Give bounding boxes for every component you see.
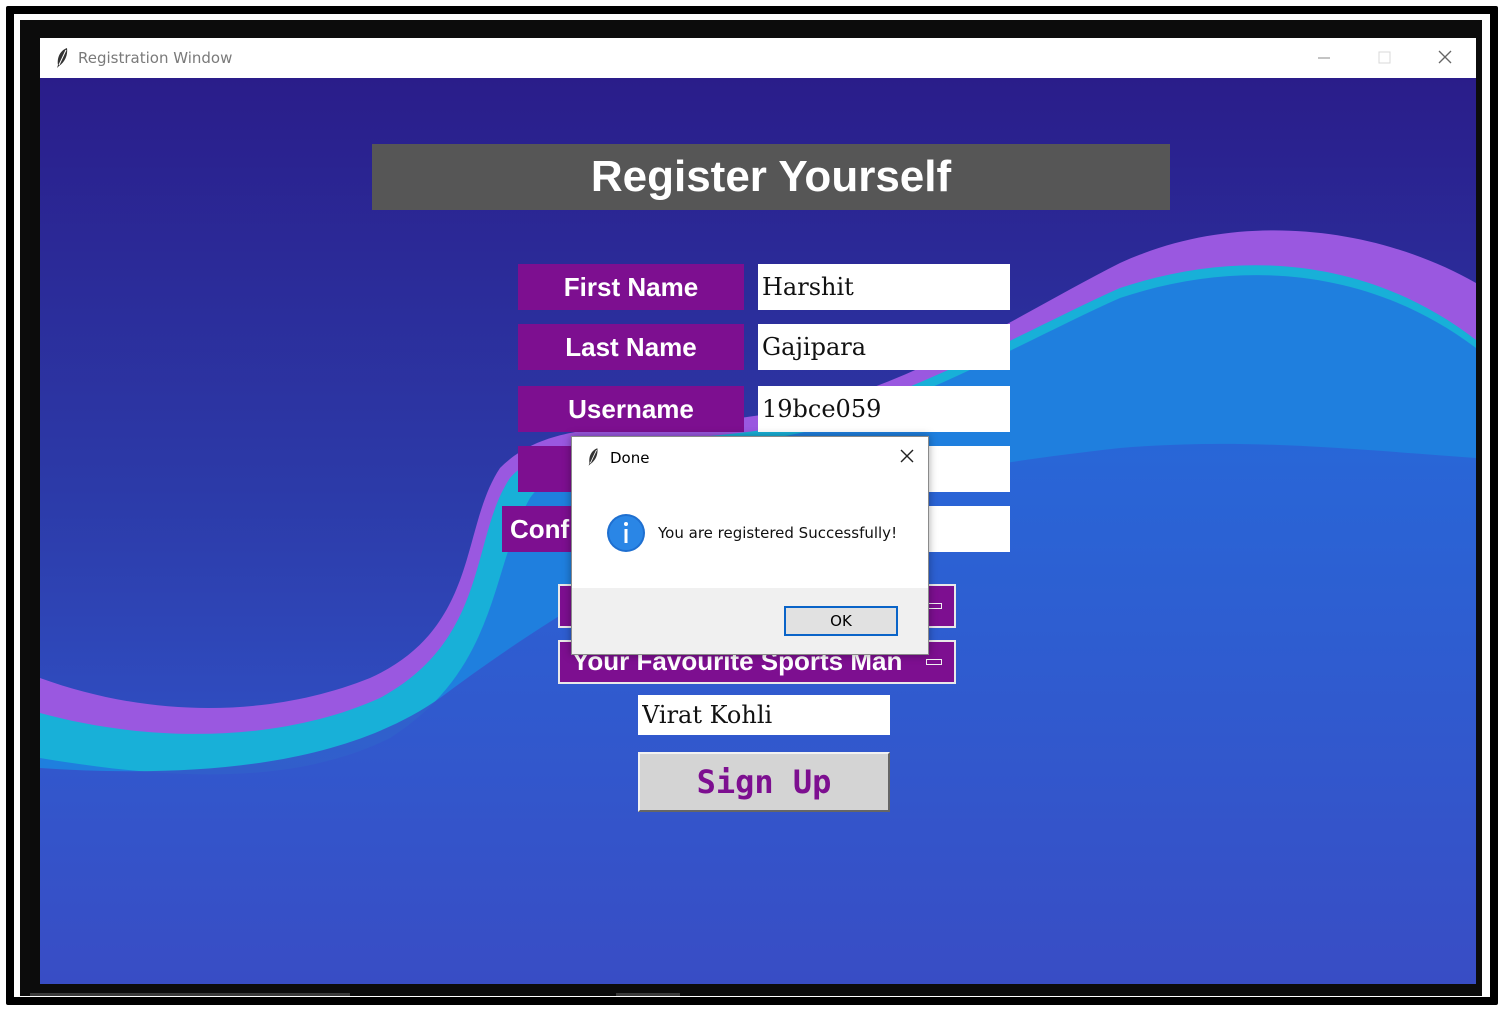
dialog-close-button[interactable] (896, 445, 918, 467)
info-icon (606, 513, 646, 553)
console-scrollbar (30, 993, 350, 996)
sports-man-input[interactable] (638, 695, 890, 735)
feather-icon (586, 447, 600, 471)
page-heading: Register Yourself (372, 144, 1170, 210)
done-dialog: Done You are registered Successfully! OK (571, 436, 929, 655)
username-input[interactable] (758, 386, 1010, 432)
last-name-label: Last Name (518, 324, 744, 370)
dialog-message: You are registered Successfully! (658, 524, 898, 542)
ok-button[interactable]: OK (784, 606, 898, 636)
feather-icon (54, 47, 70, 74)
first-name-label: First Name (518, 264, 744, 310)
dropdown-indicator-icon (926, 659, 942, 665)
close-button[interactable] (1416, 38, 1474, 78)
console-scrollbar-thumb (616, 993, 680, 996)
last-name-input[interactable] (758, 324, 1010, 370)
maximize-button[interactable] (1355, 38, 1413, 78)
first-name-input[interactable] (758, 264, 1010, 310)
username-label: Username (518, 386, 744, 432)
title-bar[interactable]: Registration Window (40, 38, 1476, 78)
sign-up-button[interactable]: Sign Up (638, 752, 890, 812)
window-title: Registration Window (78, 49, 233, 67)
dialog-title: Done (610, 449, 650, 467)
dialog-footer: OK (572, 588, 928, 654)
minimize-button[interactable] (1295, 38, 1353, 78)
